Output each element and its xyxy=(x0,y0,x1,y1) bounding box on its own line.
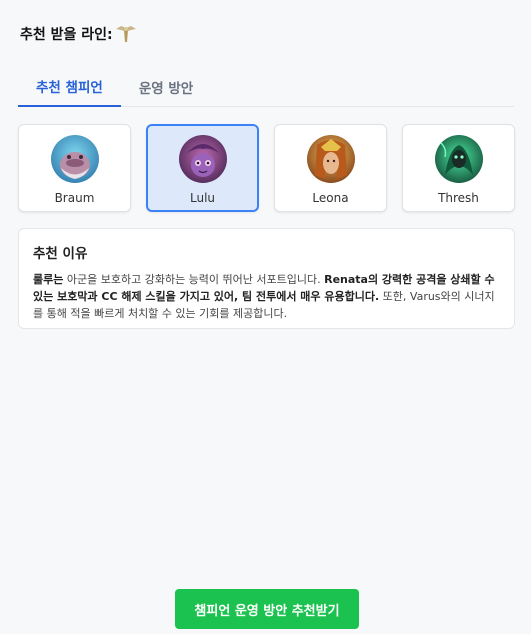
get-strategy-recommendation-button[interactable]: 챔피언 운영 방안 추천받기 xyxy=(175,589,359,629)
tab-strategy[interactable]: 운영 방안 xyxy=(121,66,211,107)
support-role-icon xyxy=(115,26,136,42)
reason-title: 추천 이유 xyxy=(33,246,88,262)
reason-champion-name: 룰루는 xyxy=(33,273,64,286)
page-title: 추천 받을 라인: xyxy=(20,27,113,43)
champion-name: Lulu xyxy=(189,191,216,205)
tab-bar: 추천 챔피언 운영 방안 xyxy=(18,66,514,107)
champion-name: Leona xyxy=(312,191,349,205)
champion-name: Thresh xyxy=(438,191,479,205)
champion-card-thresh[interactable]: Thresh xyxy=(402,124,515,212)
champion-name: Braum xyxy=(54,191,95,205)
reason-text: 룰루는 아군을 보호하고 강화하는 능력이 뛰어난 서포트입니다. Renata… xyxy=(33,271,500,322)
champion-card-leona[interactable]: Leona xyxy=(274,124,387,212)
reason-text-part-1: 아군을 보호하고 강화하는 능력이 뛰어난 서포트입니다. xyxy=(63,273,325,286)
champion-card-braum[interactable]: Braum xyxy=(18,124,131,212)
tab-recommended-champions[interactable]: 추천 챔피언 xyxy=(18,66,121,107)
lulu-portrait xyxy=(178,135,227,183)
page-header: 추천 받을 라인: xyxy=(20,24,137,44)
braum-portrait xyxy=(50,135,99,183)
leona-portrait xyxy=(306,135,355,183)
champion-card-lulu[interactable]: Lulu xyxy=(146,124,259,212)
champion-list: Braum Lulu Leona Thresh xyxy=(18,124,515,212)
thresh-portrait xyxy=(434,135,483,183)
recommendation-reason-panel: 추천 이유 룰루는 아군을 보호하고 강화하는 능력이 뛰어난 서포트입니다. … xyxy=(18,228,515,329)
